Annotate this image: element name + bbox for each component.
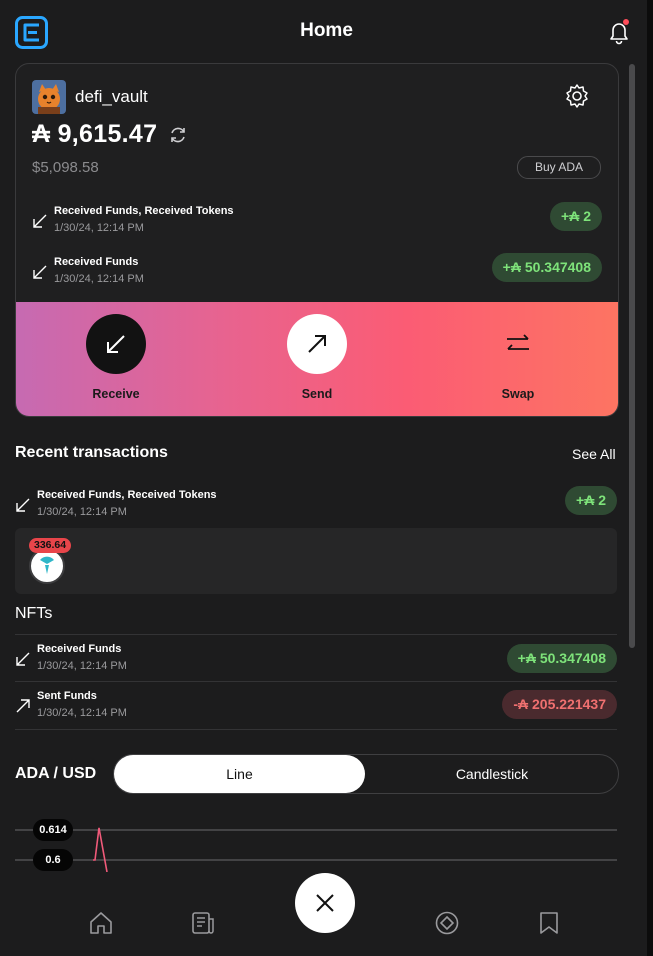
- tab-candlestick[interactable]: Candlestick: [366, 755, 618, 793]
- tx-time: 1/30/24, 12:14 PM: [54, 273, 144, 285]
- recent-tx-row[interactable]: Sent Funds 1/30/24, 12:14 PM -₳ 205.2214…: [15, 685, 617, 729]
- divider: [15, 634, 617, 635]
- recent-transactions-title: Recent transactions: [15, 444, 168, 461]
- nfts-label: NFTs: [15, 605, 53, 622]
- received-token-card[interactable]: 336.64: [15, 528, 617, 594]
- token-amount-badge: 336.64: [29, 538, 72, 553]
- settings-gear-icon[interactable]: [564, 83, 590, 109]
- receive-label: Receive: [92, 387, 140, 401]
- tx-title: Sent Funds: [37, 690, 97, 702]
- send-arrow-icon: [287, 314, 347, 374]
- news-icon[interactable]: [190, 910, 216, 936]
- close-menu-button[interactable]: [295, 873, 355, 933]
- wallet-name: defi_vault: [75, 87, 148, 106]
- y-tick-label: 0.6: [33, 849, 73, 871]
- card-tx-row[interactable]: Received Funds, Received Tokens 1/30/24,…: [16, 200, 618, 244]
- tx-title: Received Funds, Received Tokens: [37, 489, 217, 501]
- action-bar: Receive Send Swap: [16, 302, 618, 416]
- chart-type-toggle: Line Candlestick: [113, 754, 619, 794]
- see-all-link[interactable]: See All: [572, 446, 616, 462]
- card-tx-row[interactable]: Received Funds 1/30/24, 12:14 PM +₳ 50.3…: [16, 251, 618, 295]
- tx-title: Received Funds: [54, 256, 139, 268]
- tx-amount-badge: +₳ 50.347408: [506, 644, 617, 673]
- divider: [15, 729, 617, 730]
- tx-amount-badge: +₳ 2: [565, 486, 617, 515]
- tx-title: Received Funds, Received Tokens: [54, 205, 234, 217]
- arrow-down-left-icon: [32, 213, 48, 229]
- swap-arrows-icon: [488, 314, 548, 374]
- arrow-down-left-icon: [32, 264, 48, 280]
- arrow-down-left-icon: [15, 497, 31, 513]
- wallet-balance: ₳ 9,615.47: [32, 120, 158, 148]
- price-pair-label: ADA / USD: [15, 765, 97, 782]
- tx-amount-badge: +₳ 2: [550, 202, 602, 231]
- divider: [15, 681, 617, 682]
- window-edge: [647, 0, 653, 956]
- tx-time: 1/30/24, 12:14 PM: [37, 707, 127, 719]
- send-label: Send: [301, 387, 333, 401]
- price-series-line: [93, 827, 108, 873]
- receive-button[interactable]: Receive: [61, 302, 171, 416]
- tx-time: 1/30/24, 12:14 PM: [37, 506, 127, 518]
- arrow-up-right-icon: [15, 698, 31, 714]
- wallet-card: defi_vault ₳ 9,615.47 $5,098.58 Buy ADA …: [15, 63, 619, 417]
- send-button[interactable]: Send: [262, 302, 372, 416]
- tx-time: 1/30/24, 12:14 PM: [37, 660, 127, 672]
- price-chart: 0.614 0.6: [15, 810, 617, 873]
- tx-time: 1/30/24, 12:14 PM: [54, 222, 144, 234]
- tab-line[interactable]: Line: [114, 755, 365, 793]
- price-chart-svg: [15, 827, 617, 873]
- bookmark-icon[interactable]: [536, 910, 562, 936]
- token-logo-icon: [29, 548, 65, 584]
- tx-amount-badge: +₳ 50.347408: [491, 253, 602, 282]
- page-title: Home: [300, 20, 353, 41]
- swap-button[interactable]: Swap: [463, 302, 573, 416]
- refresh-icon[interactable]: [168, 125, 188, 145]
- tx-amount-badge: -₳ 205.221437: [502, 690, 617, 719]
- recent-tx-row[interactable]: Received Funds 1/30/24, 12:14 PM +₳ 50.3…: [15, 638, 617, 682]
- app-screen: Home defi_vault ₳ 9,615.47 $5,098.58 Buy…: [0, 0, 653, 956]
- home-icon[interactable]: [88, 910, 114, 936]
- tx-title: Received Funds: [37, 643, 122, 655]
- notification-bell-icon[interactable]: [604, 17, 634, 47]
- buy-ada-button[interactable]: Buy ADA: [517, 156, 601, 179]
- swap-label: Swap: [501, 387, 535, 401]
- recent-tx-row[interactable]: Received Funds, Received Tokens 1/30/24,…: [15, 484, 617, 528]
- fiat-balance: $5,098.58: [32, 159, 99, 176]
- y-tick-label: 0.614: [33, 819, 73, 841]
- close-icon: [316, 894, 334, 912]
- scrollbar[interactable]: [629, 64, 635, 648]
- receive-arrow-icon: [86, 314, 146, 374]
- explore-icon[interactable]: [434, 910, 460, 936]
- avatar[interactable]: [32, 80, 66, 114]
- arrow-down-left-icon: [15, 651, 31, 667]
